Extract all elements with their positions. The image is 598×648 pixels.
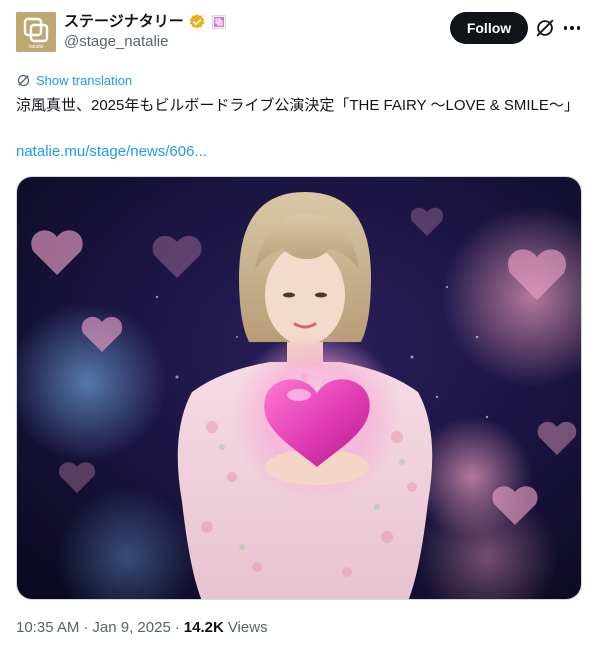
verified-badge-icon[interactable] [188,13,206,31]
tweet-text: 涼風真世、2025年もビルボードライブ公演決定「THE FAIRY ～LOVE … [16,97,579,114]
follow-button[interactable]: Follow [450,12,528,44]
meta-separator: · [174,619,180,636]
views-count: 14.2K [183,619,224,636]
tweet-link[interactable]: natalie.mu/stage/news/606... [16,141,207,163]
tweet-meta: 10:35 AM · Jan 9, 2025 · 14.2K Views [16,618,268,638]
show-translation-link[interactable]: Show translation [16,72,132,88]
author-name-row: ステージナタリー [64,12,226,32]
translate-icon [17,74,30,86]
meta-separator: · [83,619,89,636]
avatar[interactable]: natalie [16,12,56,52]
natalie-logo-icon: natalie [16,12,56,52]
display-name[interactable]: ステージナタリー [64,12,184,32]
views-label: Views [227,619,268,636]
affiliate-badge-icon[interactable] [211,15,226,29]
tweet-time[interactable]: 10:35 AM [16,618,79,638]
grok-icon[interactable] [534,17,556,39]
more-icon[interactable] [562,17,582,39]
tweet-media-image[interactable] [16,176,582,600]
show-translation-label: Show translation [36,72,133,88]
handle[interactable]: @stage_natalie [64,33,168,51]
svg-text:natalie: natalie [29,44,44,50]
tweet-date[interactable]: Jan 9, 2025 [92,618,170,638]
performer-photo [17,177,581,599]
